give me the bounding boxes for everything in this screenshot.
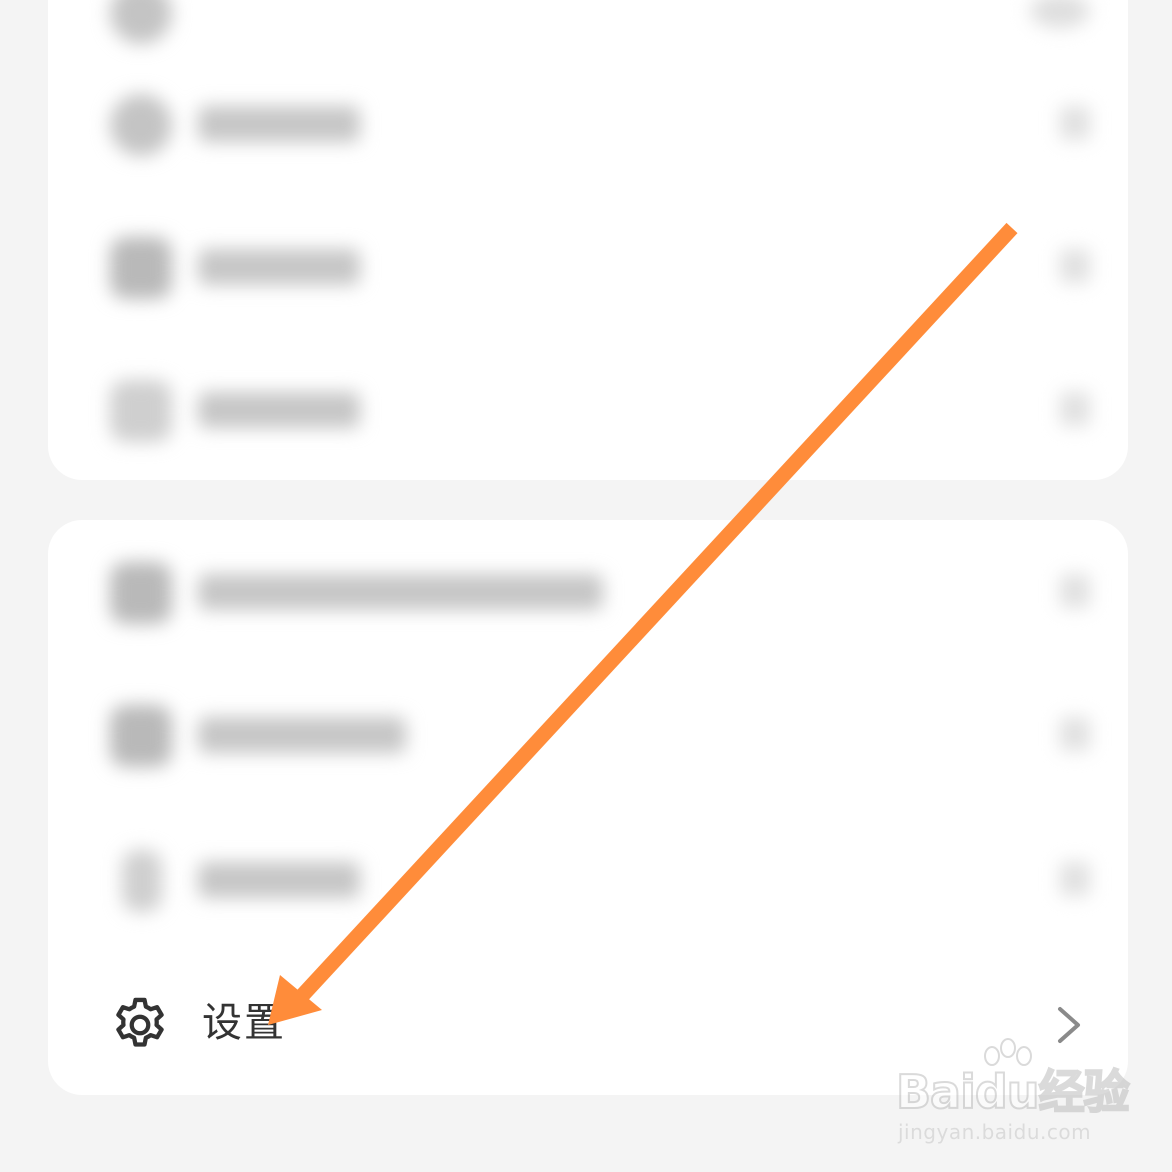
- blurred-icon: [110, 237, 172, 299]
- blurred-label: [198, 392, 360, 428]
- blurred-label: [198, 249, 360, 285]
- blurred-label: [198, 862, 360, 898]
- blurred-label: [198, 106, 360, 142]
- blurred-icon: [110, 562, 172, 624]
- paw-icon: [984, 1038, 1032, 1066]
- gear-icon: [116, 997, 164, 1047]
- blurred-list-item[interactable]: [48, 358, 1128, 458]
- blurred-list-item[interactable]: [48, 72, 1128, 172]
- blurred-label: [198, 574, 603, 610]
- blurred-icon: [110, 0, 172, 44]
- watermark-logo-jingyan: 经验: [1038, 1064, 1131, 1120]
- baidu-watermark: Baidu经验 jingyan.baidu.com: [895, 1038, 1136, 1148]
- blurred-chevron-icon: [1060, 106, 1090, 140]
- blurred-icon: [122, 850, 162, 912]
- settings-label: 设置: [202, 1000, 286, 1046]
- blurred-icon: [110, 380, 172, 442]
- blurred-list-item[interactable]: [48, 683, 1128, 783]
- blurred-chevron-icon: [1060, 717, 1090, 751]
- blurred-label: [198, 717, 406, 753]
- blurred-list-item[interactable]: [48, 828, 1128, 928]
- blurred-list-item[interactable]: [48, 0, 1128, 60]
- blurred-icon: [110, 705, 172, 767]
- settings-screen: 设置 Baidu经验 jingyan.baidu.com: [0, 0, 1172, 1172]
- menu-card-top: [48, 0, 1128, 480]
- blurred-list-item[interactable]: [48, 215, 1128, 315]
- blurred-chevron-icon: [1060, 574, 1090, 608]
- watermark-logo-bai: Bai: [895, 1064, 977, 1120]
- blurred-chevron-icon: [1060, 249, 1090, 283]
- watermark-url: jingyan.baidu.com: [898, 1120, 1092, 1144]
- blurred-chevron-icon: [1060, 862, 1090, 896]
- blurred-list-item[interactable]: [48, 540, 1128, 640]
- blurred-chevron-icon: [1060, 392, 1090, 426]
- blurred-chevron-icon: [1030, 0, 1090, 28]
- blurred-icon: [110, 94, 172, 156]
